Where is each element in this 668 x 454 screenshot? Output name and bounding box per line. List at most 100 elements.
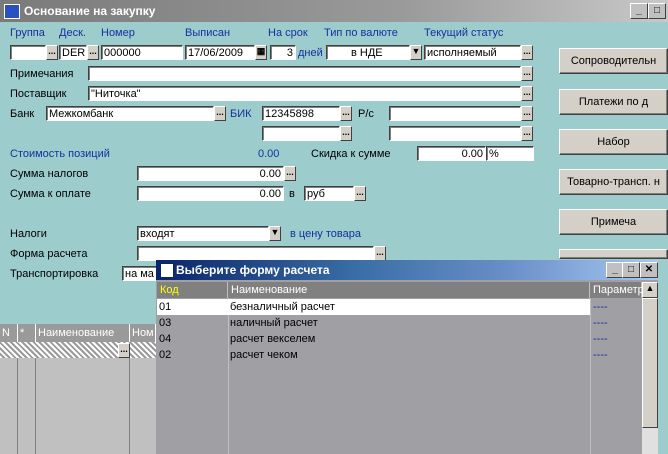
- label-term: На срок: [268, 27, 308, 39]
- label-in-price: в цену товара: [290, 228, 361, 240]
- rs-dots-button-1[interactable]: ...: [521, 106, 533, 121]
- status-field[interactable]: исполняемый: [424, 45, 521, 60]
- currency-dots-button[interactable]: ...: [354, 186, 366, 201]
- cost-value: 0.00: [258, 148, 280, 160]
- dialog-maximize-button[interactable]: □: [622, 262, 640, 278]
- dialog-col-code[interactable]: Код: [157, 282, 228, 298]
- supplier-field[interactable]: "Ниточка": [88, 86, 521, 101]
- issued-date-field[interactable]: 17/06/2009: [185, 45, 255, 60]
- notes-dots-button[interactable]: ...: [521, 66, 533, 81]
- grid-col-n[interactable]: N: [0, 324, 18, 342]
- label-transport: Транспортировка: [10, 268, 99, 280]
- label-group: Группа: [10, 27, 45, 39]
- tax-sum-dots-button[interactable]: ...: [284, 166, 296, 181]
- bank-field[interactable]: Межкомбанк: [46, 106, 214, 121]
- window-title: Основание на закупку: [24, 4, 156, 18]
- desk-dots-button[interactable]: ...: [87, 45, 99, 60]
- desk-field[interactable]: DER: [59, 45, 87, 60]
- waybill-button[interactable]: Товарно-трансп. н: [559, 169, 668, 195]
- grid-row[interactable]: [0, 342, 156, 358]
- grid-col-star[interactable]: *: [18, 324, 36, 342]
- window-titlebar[interactable]: Основание на закупку _ □: [0, 0, 668, 22]
- bank-dots-button[interactable]: ...: [214, 106, 226, 121]
- dialog-row-name: расчет векселем: [230, 333, 316, 345]
- notes-button[interactable]: Примеча: [559, 209, 668, 235]
- rs-field-1[interactable]: [389, 106, 521, 121]
- bik-dots-button[interactable]: ...: [340, 106, 352, 121]
- label-days: дней: [298, 47, 323, 59]
- calendar-icon[interactable]: ▦: [255, 45, 267, 60]
- taxes-select[interactable]: входят: [137, 226, 269, 241]
- group-dots-button[interactable]: ...: [46, 45, 58, 60]
- label-rs: Р/с: [358, 108, 374, 120]
- dialog-row[interactable]: 04 расчет векселем: [157, 331, 590, 347]
- set-button[interactable]: Набор: [559, 129, 668, 155]
- label-issued: Выписан: [185, 27, 231, 39]
- label-tax-sum: Сумма налогов: [10, 168, 89, 180]
- chevron-down-icon[interactable]: ▼: [410, 45, 422, 60]
- payments-button[interactable]: Платежи по д: [559, 89, 668, 115]
- label-bik: БИК: [230, 108, 252, 120]
- app-icon: [4, 4, 20, 19]
- number-field[interactable]: 000000: [101, 45, 183, 60]
- dialog-row-param: ----: [593, 349, 608, 361]
- label-status: Текущий статус: [424, 27, 504, 39]
- discount-unit-field[interactable]: %: [486, 146, 534, 161]
- taxes-chevron-down-icon[interactable]: ▼: [269, 226, 281, 241]
- currency-type-select[interactable]: в НДЕ: [326, 45, 410, 60]
- label-supplier: Поставщик: [10, 88, 67, 100]
- grid-col-name[interactable]: Наименование: [36, 324, 130, 342]
- dialog-col-name[interactable]: Наименование: [228, 282, 590, 298]
- dialog-row-name: наличный расчет: [230, 317, 318, 329]
- dialog-row-param: ----: [593, 317, 608, 329]
- extra-button[interactable]: [559, 249, 668, 259]
- dialog-row[interactable]: 02 расчет чеком: [157, 347, 590, 363]
- supplier-dots-button[interactable]: ...: [521, 86, 533, 101]
- status-dots-button[interactable]: ...: [521, 45, 533, 60]
- grid-empty-area: [0, 358, 156, 454]
- label-cost: Стоимость позиций: [10, 148, 110, 160]
- dialog-row-code: 02: [159, 349, 172, 361]
- pay-form-field[interactable]: [137, 246, 374, 261]
- accompanying-docs-button[interactable]: Сопроводительн: [559, 48, 668, 74]
- tax-sum-field[interactable]: 0.00: [137, 166, 284, 181]
- scroll-up-icon[interactable]: ▲: [642, 282, 658, 298]
- group-field[interactable]: [10, 45, 46, 60]
- label-taxes: Налоги: [10, 228, 47, 240]
- dialog-row-name: расчет чеком: [230, 349, 298, 361]
- label-discount: Скидка к сумме: [311, 148, 391, 160]
- label-bank: Банк: [10, 108, 35, 120]
- label-number: Номер: [101, 27, 135, 39]
- rs-dots-button-2[interactable]: ...: [521, 126, 533, 141]
- grid-col-nom[interactable]: Ном: [130, 324, 156, 342]
- grid-row-dots-button[interactable]: ...: [118, 343, 130, 358]
- dialog-row-code: 04: [159, 333, 172, 345]
- dialog-row[interactable]: 01 безналичный расчет: [157, 299, 590, 315]
- label-notes: Примечания: [10, 68, 74, 80]
- dialog-col-divider-2: [590, 298, 591, 454]
- discount-field[interactable]: 0.00: [417, 146, 486, 161]
- label-pay-sum: Сумма к оплате: [10, 188, 91, 200]
- bik-field[interactable]: 12345898: [262, 106, 340, 121]
- label-in: в: [289, 188, 295, 200]
- dialog-title: Выберите форму расчета: [176, 263, 330, 277]
- bik-field-2[interactable]: [262, 126, 340, 141]
- rs-field-2[interactable]: [389, 126, 521, 141]
- dialog-titlebar[interactable]: Выберите форму расчета _ □ ✕: [156, 260, 658, 280]
- pay-form-dots-button[interactable]: ...: [374, 246, 386, 261]
- dialog-col-param[interactable]: Параметр: [590, 282, 644, 298]
- pay-sum-field[interactable]: 0.00: [137, 186, 284, 201]
- dialog-row-param: ----: [593, 301, 608, 313]
- maximize-button[interactable]: □: [648, 3, 666, 19]
- notes-field[interactable]: [88, 66, 521, 81]
- currency-field[interactable]: руб: [304, 186, 354, 201]
- dialog-row-name: безналичный расчет: [230, 301, 335, 313]
- dialog-row[interactable]: 03 наличный расчет: [157, 315, 590, 331]
- dialog-row-param: ----: [593, 333, 608, 345]
- term-field[interactable]: 3: [270, 45, 296, 60]
- label-pay-form: Форма расчета: [10, 248, 88, 260]
- scrollbar-thumb[interactable]: [642, 298, 658, 428]
- dialog-close-button[interactable]: ✕: [640, 262, 658, 278]
- bik-dots-button-2[interactable]: ...: [340, 126, 352, 141]
- minimize-button[interactable]: _: [630, 3, 648, 19]
